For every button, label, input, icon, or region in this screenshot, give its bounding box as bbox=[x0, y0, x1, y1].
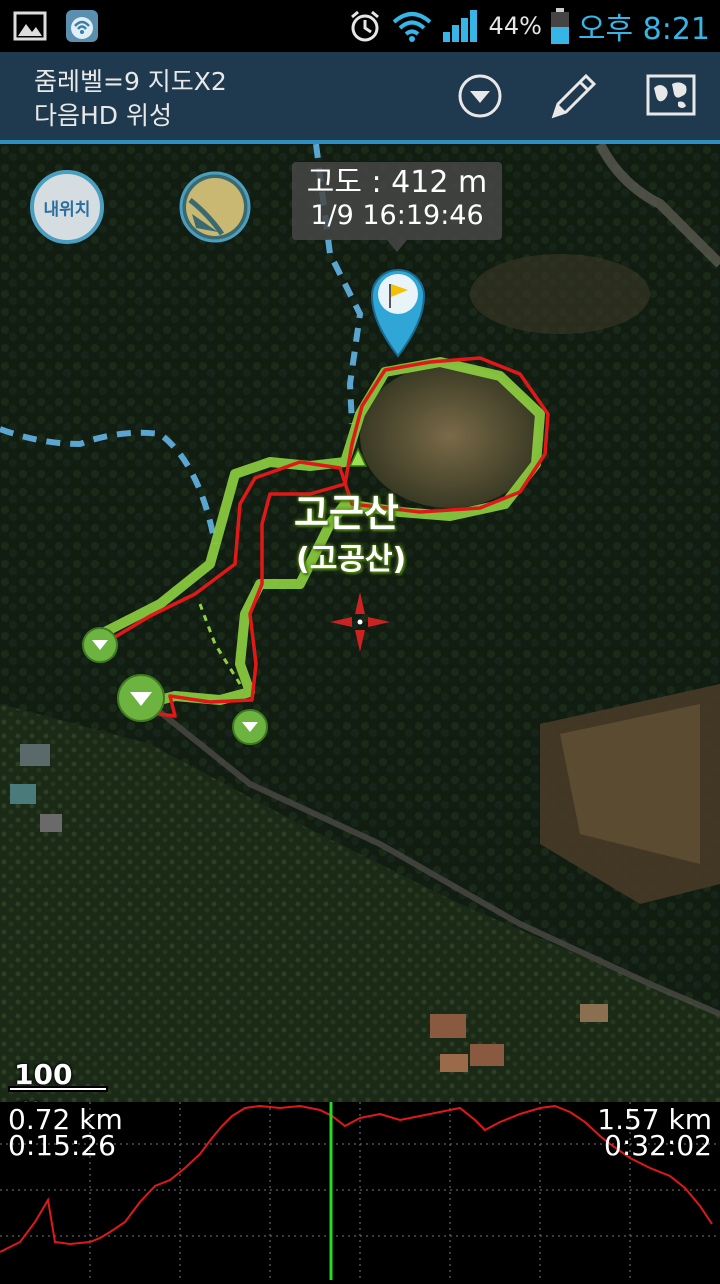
map-source: 다음HD 위성 bbox=[34, 101, 172, 130]
wifi-app-icon bbox=[66, 10, 98, 42]
pencil-icon[interactable] bbox=[544, 66, 604, 126]
status-bar: 44% 오후 8:21 bbox=[0, 0, 720, 52]
right-time: 0:32:02 bbox=[604, 1129, 712, 1162]
left-time: 0:15:26 bbox=[8, 1129, 116, 1162]
signal-icon bbox=[442, 10, 477, 42]
battery-icon bbox=[550, 8, 569, 44]
scale-line bbox=[8, 1086, 108, 1092]
alarm-icon bbox=[350, 10, 379, 42]
gallery-icon bbox=[13, 11, 47, 41]
waypoint-marker[interactable] bbox=[232, 709, 268, 745]
status-time: 오후 8:21 bbox=[577, 12, 710, 47]
mountain-alt-name: (고공산) bbox=[296, 542, 407, 577]
timestamp-text: 1/9 16:19:46 bbox=[310, 200, 484, 231]
layer-toggle-icon[interactable] bbox=[178, 170, 252, 244]
map-icon[interactable] bbox=[640, 66, 700, 126]
altitude-text: 고도 : 412 m bbox=[306, 165, 488, 200]
zoom-info: 줌레벨=9 지도X2 bbox=[34, 67, 227, 96]
waypoint-marker[interactable] bbox=[82, 627, 118, 663]
wifi-icon bbox=[392, 12, 431, 42]
altitude-tooltip: 고도 : 412 m 1/9 16:19:46 bbox=[292, 162, 502, 252]
dropdown-icon[interactable] bbox=[450, 66, 510, 126]
my-location-button[interactable]: 내위치 bbox=[30, 170, 104, 244]
satellite-map[interactable] bbox=[0, 144, 720, 1102]
scale-bar: 100 m bbox=[8, 1058, 108, 1124]
battery-level: 44% bbox=[488, 12, 542, 40]
waypoint-marker[interactable] bbox=[117, 674, 165, 722]
elevation-profile[interactable]: 0.72 km 0:15:26 1.57 km 0:32:02 bbox=[0, 1102, 720, 1280]
app-title-bar: 줌레벨=9 지도X2 다음HD 위성 bbox=[0, 52, 720, 144]
mountain-name: 고근산 bbox=[294, 491, 399, 535]
